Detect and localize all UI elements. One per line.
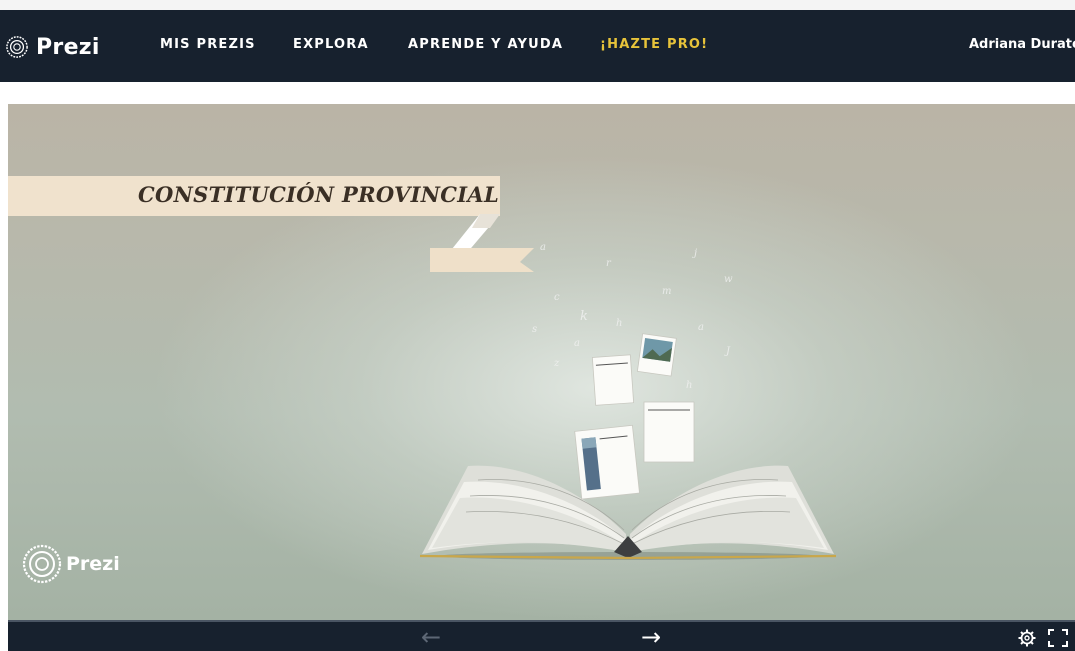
presentation-canvas[interactable]: CONSTITUCIÓN PROVINCIAL arj wmc khs aJn … bbox=[8, 104, 1075, 620]
svg-text:r: r bbox=[606, 258, 612, 269]
prezi-watermark-icon bbox=[22, 544, 62, 584]
prezi-logo[interactable]: Prezi bbox=[6, 32, 100, 62]
prezi-logo-icon bbox=[6, 36, 28, 58]
svg-text:J: J bbox=[724, 346, 731, 357]
presentation-controls: ← → bbox=[8, 620, 1075, 651]
svg-text:j: j bbox=[692, 248, 697, 259]
nav-link-hazte-pro[interactable]: ¡HAZTE PRO! bbox=[600, 37, 708, 52]
previous-step-button[interactable]: ← bbox=[421, 624, 441, 650]
svg-text:w: w bbox=[724, 274, 733, 285]
spacer bbox=[0, 82, 1075, 104]
top-strip bbox=[0, 0, 1075, 10]
nav-link-mis-prezis[interactable]: MIS PREZIS bbox=[160, 37, 256, 52]
presentation-title: CONSTITUCIÓN PROVINCIAL bbox=[138, 182, 500, 207]
nav-link-aprende-y-ayuda[interactable]: APRENDE Y AYUDA bbox=[408, 37, 563, 52]
svg-text:h: h bbox=[616, 318, 622, 329]
svg-text:k: k bbox=[580, 309, 588, 324]
top-navigation-bar: Prezi MIS PREZIS EXPLORA APRENDE Y AYUDA… bbox=[0, 10, 1075, 82]
svg-text:m: m bbox=[662, 286, 671, 297]
svg-text:c: c bbox=[554, 292, 560, 303]
user-menu[interactable]: Adriana Durato bbox=[969, 37, 1075, 52]
prezi-watermark: Prezi bbox=[22, 544, 120, 584]
svg-text:z: z bbox=[553, 358, 560, 369]
logo-text: Prezi bbox=[36, 34, 100, 60]
svg-text:h: h bbox=[686, 380, 692, 391]
watermark-text: Prezi bbox=[66, 553, 120, 575]
svg-text:a: a bbox=[540, 242, 546, 253]
svg-text:a: a bbox=[574, 338, 580, 349]
svg-text:s: s bbox=[532, 324, 537, 335]
next-step-button[interactable]: → bbox=[641, 624, 661, 650]
svg-text:a: a bbox=[698, 322, 704, 333]
fullscreen-icon[interactable] bbox=[1048, 629, 1068, 647]
nav-link-explora[interactable]: EXPLORA bbox=[293, 37, 369, 52]
gear-icon[interactable] bbox=[1018, 629, 1036, 647]
open-book-illustration: arj wmc khs aJn ahz bbox=[419, 242, 837, 560]
